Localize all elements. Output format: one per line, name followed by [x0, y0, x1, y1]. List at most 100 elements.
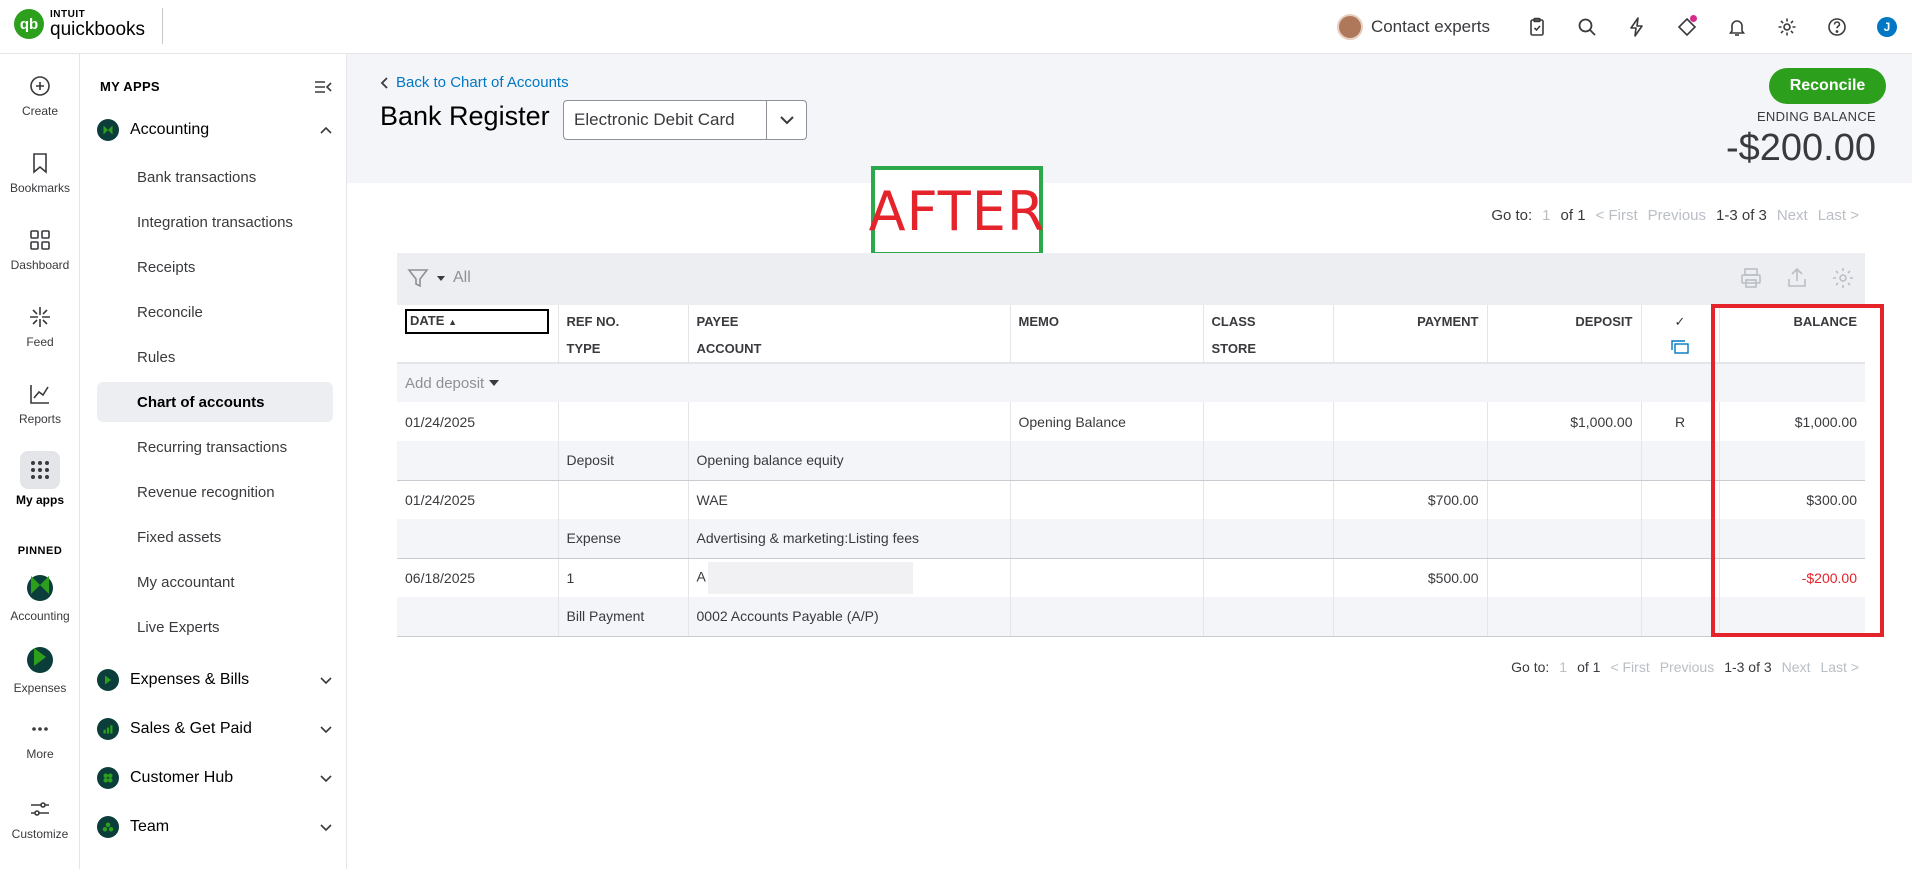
rail-more[interactable]: More: [0, 717, 80, 761]
app-group-sales-get-paid[interactable]: Sales & Get Paid: [97, 712, 333, 746]
chevron-down-icon: [320, 726, 332, 734]
pinned-heading: PINNED: [17, 545, 63, 557]
column-header-balance[interactable]: BALANCE: [1719, 305, 1865, 334]
accounting-app-icon: [97, 119, 119, 141]
pager-first-link[interactable]: < First: [1610, 659, 1649, 675]
rail-create[interactable]: Create: [0, 74, 80, 118]
column-header-payment[interactable]: PAYMENT: [1333, 305, 1488, 334]
column-header-reconcile-status[interactable]: ✓: [1641, 305, 1720, 334]
reconcile-button[interactable]: Reconcile: [1769, 68, 1886, 104]
column-header-class[interactable]: CLASS: [1203, 305, 1334, 334]
nav-revenue-recognition[interactable]: Revenue recognition: [97, 472, 333, 512]
table-row-detail[interactable]: Bill Payment 0002 Accounts Payable (A/P): [397, 597, 1865, 637]
table-row-detail[interactable]: Deposit Opening balance equity: [397, 441, 1865, 481]
rail-reports-label: Reports: [18, 412, 62, 426]
rail-dashboard[interactable]: Dashboard: [0, 228, 80, 272]
table-row[interactable]: 06/18/2025 1 A $500.00 -$200.00: [397, 558, 1865, 597]
rail-pinned-accounting[interactable]: Accounting: [0, 575, 80, 623]
app-group-customer-hub[interactable]: Customer Hub: [97, 761, 333, 795]
rail-pinned-expenses[interactable]: Expenses: [0, 647, 80, 695]
rail-feed[interactable]: Feed: [0, 305, 80, 349]
column-header-memo[interactable]: MEMO: [1010, 305, 1204, 334]
pager-last-link[interactable]: Last >: [1820, 659, 1859, 675]
app-group-team-label: Team: [130, 818, 170, 835]
nav-fixed-assets[interactable]: Fixed assets: [97, 517, 333, 557]
dashboard-icon: [30, 230, 50, 250]
clipboard-icon[interactable]: [1512, 0, 1562, 54]
nav-live-experts[interactable]: Live Experts: [97, 607, 333, 647]
column-header-empty: [1719, 334, 1865, 364]
nav-integration-transactions[interactable]: Integration transactions: [97, 202, 333, 242]
column-header-deposit[interactable]: DEPOSIT: [1487, 305, 1642, 334]
column-header-ref[interactable]: REF NO.: [558, 305, 689, 334]
payee-text: A: [696, 568, 706, 585]
add-deposit-button[interactable]: Add deposit: [405, 375, 500, 392]
rail-reports[interactable]: Reports: [0, 382, 80, 426]
after-annotation-label: AFTER: [868, 179, 1046, 243]
gear-icon[interactable]: [1762, 0, 1812, 54]
column-header-status-icon[interactable]: [1641, 334, 1720, 364]
bell-icon[interactable]: [1712, 0, 1762, 54]
caret-down-icon: [489, 379, 500, 386]
nav-my-accountant[interactable]: My accountant: [97, 562, 333, 602]
bookmark-icon: [33, 153, 47, 174]
nav-reconcile[interactable]: Reconcile: [97, 292, 333, 332]
column-header-store[interactable]: STORE: [1203, 334, 1334, 364]
settings-gear-icon[interactable]: [1831, 266, 1855, 290]
pager-previous-link[interactable]: Previous: [1648, 207, 1706, 224]
app-group-team[interactable]: Team: [97, 810, 333, 844]
nav-chart-of-accounts[interactable]: Chart of accounts: [97, 382, 333, 422]
nav-receipts[interactable]: Receipts: [97, 247, 333, 287]
cell-class: [1203, 402, 1334, 441]
column-header-account[interactable]: ACCOUNT: [688, 334, 1011, 364]
user-avatar: J: [1877, 17, 1897, 37]
account-select-value: Electronic Debit Card: [574, 110, 735, 129]
table-row[interactable]: 01/24/2025 Opening Balance $1,000.00 R $…: [397, 402, 1865, 441]
pager-last-link[interactable]: Last >: [1818, 207, 1859, 224]
quickbooks-logo[interactable]: qb INTUIT quickbooks: [14, 9, 145, 39]
pager-page-input[interactable]: 1: [1559, 659, 1567, 675]
pager-first-link[interactable]: < First: [1596, 207, 1638, 224]
help-icon[interactable]: [1812, 0, 1862, 54]
ending-balance-value: -$200.00: [1725, 127, 1876, 169]
app-group-accounting[interactable]: Accounting: [97, 113, 333, 147]
contact-experts-button[interactable]: Contact experts: [1336, 14, 1490, 40]
account-select-toggle[interactable]: [766, 101, 806, 139]
nav-rules[interactable]: Rules: [97, 337, 333, 377]
flag-icon[interactable]: [1662, 0, 1712, 54]
rail-bookmarks[interactable]: Bookmarks: [0, 151, 80, 195]
feed-sparkle-icon: [30, 307, 50, 327]
table-row-detail[interactable]: Expense Advertising & marketing:Listing …: [397, 519, 1865, 559]
user-profile-button[interactable]: J: [1862, 0, 1912, 54]
column-header-payee[interactable]: PAYEE: [688, 305, 1011, 334]
pager-bottom: Go to: 1 of 1 < First Previous 1-3 of 3 …: [1511, 659, 1859, 675]
add-deposit-row[interactable]: Add deposit: [397, 363, 1865, 402]
account-select[interactable]: Electronic Debit Card: [563, 100, 807, 140]
cell-account: 0002 Accounts Payable (A/P): [688, 597, 1011, 637]
cell-empty: [1719, 441, 1865, 481]
column-header-type[interactable]: TYPE: [558, 334, 689, 364]
notification-dot: [1690, 15, 1697, 22]
pager-next-link[interactable]: Next: [1782, 659, 1811, 675]
search-icon[interactable]: [1562, 0, 1612, 54]
chevron-down-icon: [320, 677, 332, 685]
pager-previous-link[interactable]: Previous: [1660, 659, 1714, 675]
rail-my-apps[interactable]: My apps: [0, 451, 80, 507]
funnel-icon: [407, 269, 429, 288]
table-row[interactable]: 01/24/2025 WAE $700.00 $300.00: [397, 480, 1865, 519]
back-to-chart-of-accounts-link[interactable]: Back to Chart of Accounts: [380, 74, 569, 91]
lightning-icon[interactable]: [1612, 0, 1662, 54]
cell-empty: [1641, 597, 1720, 637]
nav-bank-transactions[interactable]: Bank transactions: [97, 157, 333, 197]
app-group-expenses-bills[interactable]: Expenses & Bills: [97, 663, 333, 697]
nav-recurring-transactions[interactable]: Recurring transactions: [97, 427, 333, 467]
filter-button[interactable]: All: [407, 267, 471, 289]
collapse-panel-icon[interactable]: [312, 76, 334, 98]
print-icon[interactable]: [1739, 266, 1763, 290]
pager-next-link[interactable]: Next: [1777, 207, 1808, 224]
rail-customize[interactable]: Customize: [0, 797, 80, 841]
export-icon[interactable]: [1785, 266, 1809, 290]
column-header-date[interactable]: DATE ▲: [397, 305, 559, 334]
pager-page-input[interactable]: 1: [1542, 207, 1550, 224]
cell-date: 01/24/2025: [397, 402, 559, 441]
